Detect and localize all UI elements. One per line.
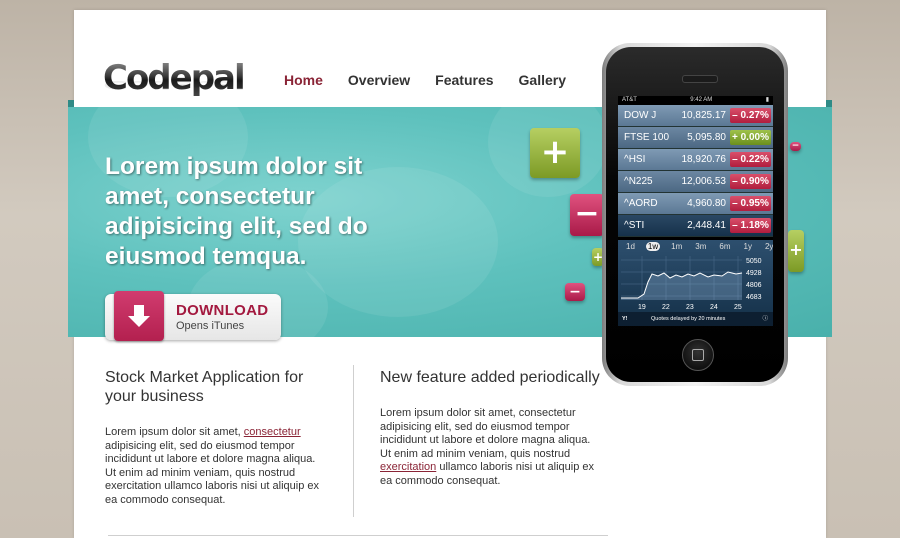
stock-change-badge[interactable]: + 0.00% bbox=[730, 130, 771, 145]
chart-x-tick: 25 bbox=[734, 304, 742, 311]
stock-symbol: DOW J bbox=[624, 110, 657, 121]
quotes-delay-text: Quotes delayed by 20 minutes bbox=[651, 316, 726, 322]
stock-change-badge[interactable]: – 0.27% bbox=[730, 108, 771, 123]
stock-price: 2,448.41 bbox=[687, 220, 726, 231]
stock-row[interactable]: ^STI 2,448.41 – 1.18% bbox=[618, 215, 773, 237]
info-icon[interactable]: ⓘ bbox=[762, 312, 768, 326]
stock-change-badge[interactable]: – 0.95% bbox=[730, 196, 771, 211]
stock-change-badge[interactable]: – 1.18% bbox=[730, 218, 771, 233]
feature-text-1: Lorem ipsum dolor sit amet, consectetur … bbox=[105, 426, 319, 506]
chart-plot: 5050 4928 4806 4683 19 22 23 24 25 bbox=[621, 256, 762, 311]
stock-row[interactable]: ^AORD 4,960.80 – 0.95% bbox=[618, 193, 773, 215]
stock-row[interactable]: ^N225 12,006.53– 0.90% bbox=[618, 171, 773, 193]
range-tab-3m[interactable]: 3m bbox=[693, 242, 708, 251]
nav-home[interactable]: Home bbox=[284, 72, 323, 88]
column-divider bbox=[353, 365, 354, 517]
stock-chart: 1d 1w 1m 3m 6m 1y 2y 5050 4928 4806 4683 19 22 23 24 2… bbox=[618, 240, 773, 326]
chart-y-tick: 4806 bbox=[746, 282, 762, 289]
nav-gallery[interactable]: Gallery bbox=[519, 72, 566, 88]
stock-price: 12,006.53 bbox=[681, 176, 727, 187]
download-button[interactable]: DOWNLOAD Opens iTunes bbox=[105, 291, 281, 341]
feature-title-2: New feature added periodically bbox=[380, 369, 600, 386]
battery-icon: ▮ bbox=[765, 97, 769, 103]
stock-row[interactable]: FTSE 100 5,095.80 + 0.00% bbox=[618, 127, 773, 149]
stock-symbol: ^AORD bbox=[624, 198, 658, 209]
chart-y-tick: 4683 bbox=[746, 294, 762, 301]
nav-overview[interactable]: Overview bbox=[348, 72, 410, 88]
minus-cube-small-icon: − bbox=[565, 283, 585, 301]
hero-headline: Lorem ipsum dolor sit amet, consectetur … bbox=[105, 153, 368, 270]
feature-column-2: New feature added periodically Lorem ips… bbox=[380, 368, 602, 488]
feature-link-2[interactable]: exercitation bbox=[380, 461, 436, 473]
stock-change-badge[interactable]: – 0.22% bbox=[730, 152, 771, 167]
chart-x-tick: 24 bbox=[710, 304, 718, 311]
stock-list: DOW J 10,825.17– 0.27% FTSE 100 5,095.80 + 0… bbox=[618, 105, 773, 237]
minus-cube-tiny-icon: − bbox=[790, 141, 801, 151]
carrier-label: AT&T bbox=[622, 97, 637, 103]
stock-symbol: ^STI bbox=[624, 220, 645, 231]
home-button-icon bbox=[682, 339, 714, 371]
stock-symbol: ^N225 bbox=[624, 176, 653, 187]
range-tab-6m[interactable]: 6m bbox=[717, 242, 732, 251]
speaker-grille bbox=[682, 75, 718, 83]
stock-change-badge[interactable]: – 0.90% bbox=[730, 174, 771, 189]
chart-x-tick: 19 bbox=[638, 304, 646, 311]
chart-x-tick: 23 bbox=[686, 304, 694, 311]
clock-label: 9:42 AM bbox=[690, 97, 713, 103]
stock-price: 4,960.80 bbox=[687, 198, 726, 209]
plus-cube-icon: + bbox=[530, 128, 580, 178]
chart-x-tick: 22 bbox=[662, 304, 670, 311]
yahoo-icon: Y! bbox=[622, 316, 628, 322]
range-tab-1y[interactable]: 1y bbox=[742, 242, 754, 251]
nav-features[interactable]: Features bbox=[435, 72, 493, 88]
stock-price: 5,095.80 bbox=[687, 132, 726, 143]
feature-link-1[interactable]: consectetur bbox=[244, 426, 301, 438]
range-tab-2y[interactable]: 2y bbox=[763, 242, 773, 251]
stock-row[interactable]: ^HSI 18,920.76– 0.22% bbox=[618, 149, 773, 171]
plus-cube-right-icon: + bbox=[788, 230, 804, 272]
phone-status-bar: AT&T 9:42 AM ▮ bbox=[618, 96, 773, 105]
main-nav: Home Overview Features Gallery bbox=[284, 72, 591, 88]
chart-footer: Y! Quotes delayed by 20 minutes ⓘ bbox=[618, 312, 773, 326]
chart-y-tick: 4928 bbox=[746, 270, 762, 277]
range-tab-1d[interactable]: 1d bbox=[624, 242, 637, 251]
feature-text-2: Lorem ipsum dolor sit amet, consectetur … bbox=[380, 407, 595, 487]
range-tab-1w[interactable]: 1w bbox=[645, 242, 661, 251]
logo-reflection: Codepal bbox=[103, 78, 244, 92]
download-sublabel: Opens iTunes bbox=[176, 320, 245, 332]
stock-row[interactable]: DOW J 10,825.17– 0.27% bbox=[618, 105, 773, 127]
download-arrow-icon bbox=[114, 291, 164, 341]
stock-symbol: FTSE 100 bbox=[624, 132, 670, 143]
stock-symbol: ^HSI bbox=[624, 154, 646, 165]
stock-price: 18,920.76 bbox=[681, 154, 727, 165]
chart-y-tick: 5050 bbox=[746, 258, 762, 265]
chart-range-tabs: 1d 1w 1m 3m 6m 1y 2y bbox=[618, 240, 773, 251]
feature-title-1: Stock Market Application for your busine… bbox=[105, 369, 304, 405]
minus-cube-icon: − bbox=[570, 194, 604, 236]
feature-column-1: Stock Market Application for your busine… bbox=[105, 368, 327, 507]
footer-divider bbox=[108, 535, 608, 536]
stock-price: 10,825.17 bbox=[681, 110, 727, 121]
range-tab-1m[interactable]: 1m bbox=[669, 242, 684, 251]
download-label: DOWNLOAD bbox=[176, 302, 269, 319]
phone-screen: AT&T 9:42 AM ▮ DOW J 10,825.17– 0.27% FTSE… bbox=[618, 96, 773, 326]
